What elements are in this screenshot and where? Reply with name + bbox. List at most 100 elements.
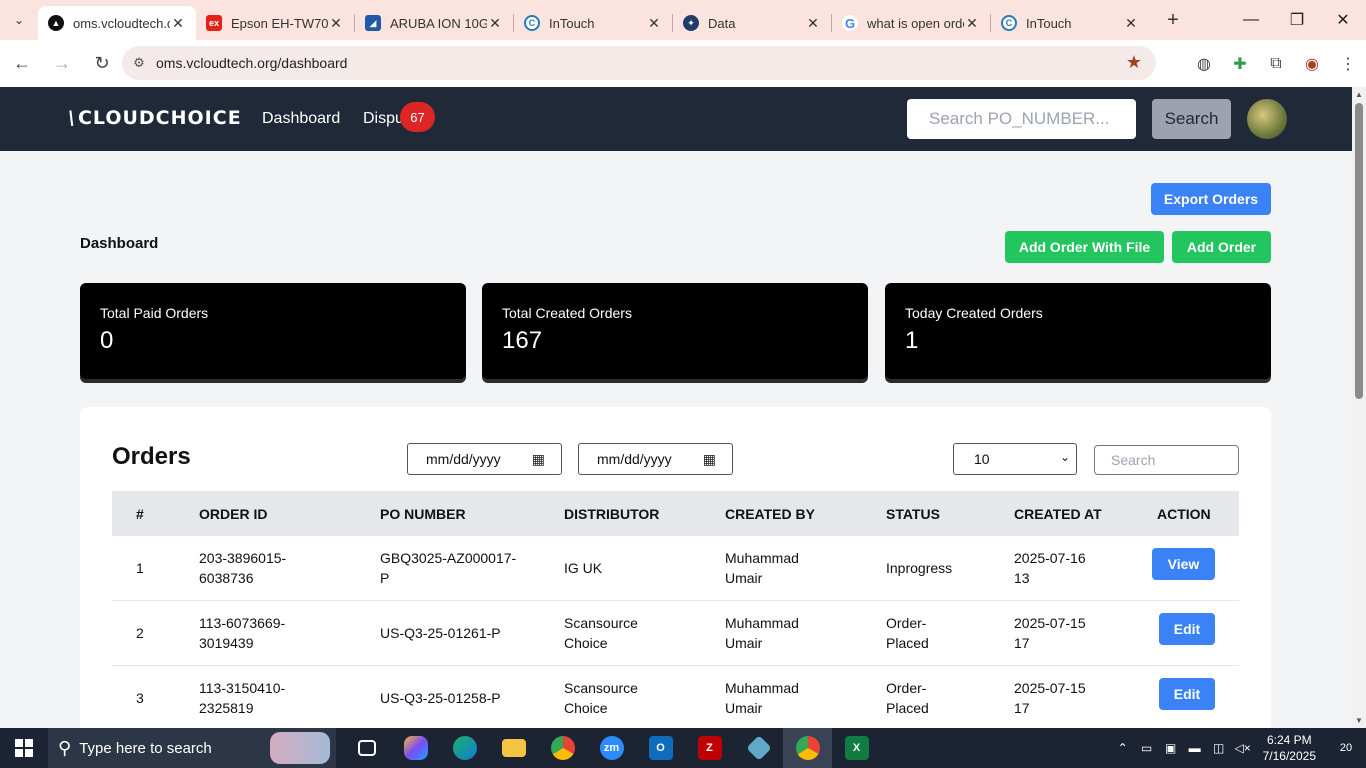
url-text[interactable]: oms.vcloudtech.org/dashboard [156,55,347,71]
status-line: Placed [886,700,929,716]
minimize-icon[interactable]: — [1228,0,1274,40]
tab-intouch-2[interactable]: C InTouch ✕ [991,7,1149,39]
scroll-down-icon[interactable]: ▼ [1352,716,1366,725]
tab-data[interactable]: ✦ Data ✕ [673,7,831,39]
app-diamond-icon[interactable] [734,728,783,768]
page-title: Dashboard [80,235,159,252]
translate-icon[interactable]: ◍ [1186,54,1222,74]
add-order-button[interactable]: Add Order [1172,231,1271,263]
close-tab-icon[interactable]: ✕ [328,15,344,32]
extension-plus-icon[interactable]: ✚ [1222,54,1258,74]
close-tab-icon[interactable]: ✕ [646,15,662,32]
stat-label: Total Paid Orders [100,305,209,321]
taskbar-clock[interactable]: 6:24 PM 7/16/2025 [1263,732,1316,764]
extensions-puzzle-icon[interactable]: ⧉ [1258,55,1294,73]
date-to-input[interactable]: mm/dd/yyyy ▦ [578,443,733,475]
row-number: 2 [136,625,144,641]
restore-icon[interactable]: ❐ [1274,0,1320,40]
per-page-select[interactable]: 10 ⌄ [953,443,1077,475]
export-orders-button[interactable]: Export Orders [1151,183,1271,215]
close-tab-icon[interactable]: ✕ [1123,15,1139,32]
display-icon[interactable]: ▣ [1159,741,1183,755]
chrome-icon[interactable] [538,728,587,768]
edge-icon[interactable] [440,728,489,768]
add-order-with-file-button[interactable]: Add Order With File [1005,231,1164,263]
task-view-icon[interactable] [342,728,391,768]
close-tab-icon[interactable]: ✕ [964,15,980,32]
forward-icon[interactable]: → [44,46,80,82]
close-tab-icon[interactable]: ✕ [170,15,186,32]
column-header: ACTION [1157,506,1211,522]
search-icon: ⚲ [58,737,72,758]
page-scrollbar[interactable]: ▲ ▼ [1352,87,1366,728]
tab-epson[interactable]: ex Epson EH-TW7000 ✕ [196,7,354,39]
filezilla-icon[interactable]: Z [685,728,734,768]
chrome-profile-icon[interactable] [783,728,832,768]
po-search-button[interactable]: Search [1152,99,1231,139]
order-id-line: 3019439 [199,635,254,651]
google-icon: G [842,15,858,31]
orders-search-input[interactable]: Search [1094,445,1239,475]
network-icon[interactable]: ◫ [1207,741,1231,755]
omnibox[interactable]: ⚙ oms.vcloudtech.org/dashboard ★ [122,46,1156,80]
start-button[interactable] [0,728,48,768]
edit-order-button[interactable]: Edit [1159,613,1215,645]
file-explorer-icon[interactable] [489,728,538,768]
intouch-icon: C [524,15,540,31]
window-controls: — ❐ ✕ [1228,0,1366,40]
vcloud-icon: ▲ [48,15,64,31]
reload-icon[interactable]: ↻ [84,46,120,82]
created-at-cell: 2025-07-15 17 [1014,613,1086,653]
user-avatar[interactable] [1247,99,1287,139]
cloudchoice-logo[interactable]: \ CLOUDCHOICE [68,107,242,129]
volume-icon[interactable]: ◁× [1231,741,1255,755]
scrollbar-thumb[interactable] [1355,103,1363,399]
close-tab-icon[interactable]: ✕ [805,15,821,32]
scroll-up-icon[interactable]: ▲ [1352,90,1366,99]
copilot-icon[interactable] [391,728,440,768]
site-info-icon[interactable]: ⚙ [122,55,156,71]
status-line: Order- [886,615,927,631]
notifications-icon[interactable]: 20 [1326,728,1366,768]
table-header: # ORDER ID PO NUMBER DISTRIBUTOR CREATED… [112,491,1239,536]
outlook-icon[interactable]: O [636,728,685,768]
nav-dashboard[interactable]: Dashboard [262,110,340,128]
close-tab-icon[interactable]: ✕ [487,15,503,32]
tab-search-icon[interactable]: ⌄ [0,0,38,40]
nav-disputes[interactable]: Disputes [363,110,403,128]
column-header: CREATED AT [1014,506,1102,522]
zoom-icon[interactable]: zm [587,728,636,768]
taskbar-search[interactable]: ⚲ Type here to search [48,728,336,768]
close-window-icon[interactable]: ✕ [1320,0,1366,40]
profile-icon[interactable]: ◉ [1294,54,1330,74]
view-order-button[interactable]: View [1152,548,1215,580]
created-by-line: Muhammad [725,615,799,631]
tab-title: Data [708,15,736,31]
excel-icon[interactable]: X [832,728,881,768]
bookmark-star-icon[interactable]: ★ [1126,52,1142,73]
tab-intouch-1[interactable]: C InTouch ✕ [514,7,672,39]
calendar-icon[interactable]: ▦ [703,451,716,468]
new-tab-icon[interactable]: + [1155,9,1191,32]
stat-value: 167 [502,327,543,354]
tab-oms[interactable]: ▲ oms.vcloudtech.org ✕ [38,6,196,40]
menu-kebab-icon[interactable]: ⋮ [1330,54,1366,74]
order-id-cell: 113-3150410- 2325819 [199,678,285,718]
tab-aruba[interactable]: ◢ ARUBA ION 10G ✕ [355,7,513,39]
created-by-line: Umair [725,635,763,651]
po-search-input[interactable]: Search PO_NUMBER... [907,99,1136,139]
battery-icon[interactable]: ▬ [1183,741,1207,755]
row-number: 3 [136,690,144,706]
chevron-up-icon[interactable]: ⌃ [1111,741,1135,755]
meet-now-icon[interactable]: ▭ [1135,741,1159,755]
edit-order-button[interactable]: Edit [1159,678,1215,710]
po-number-cell: GBQ3025-AZ000017- P [380,548,516,588]
tab-google[interactable]: G what is open order ✕ [832,7,990,39]
stat-card-today-orders: Today Created Orders 1 [885,283,1271,379]
calendar-icon[interactable]: ▦ [532,451,545,468]
date-from-input[interactable]: mm/dd/yyyy ▦ [407,443,562,475]
status-cell: Order- Placed [886,613,929,653]
created-by-line: Umair [725,570,763,586]
back-icon[interactable]: ← [4,46,40,82]
tab-title: Epson EH-TW7000 [231,15,328,31]
